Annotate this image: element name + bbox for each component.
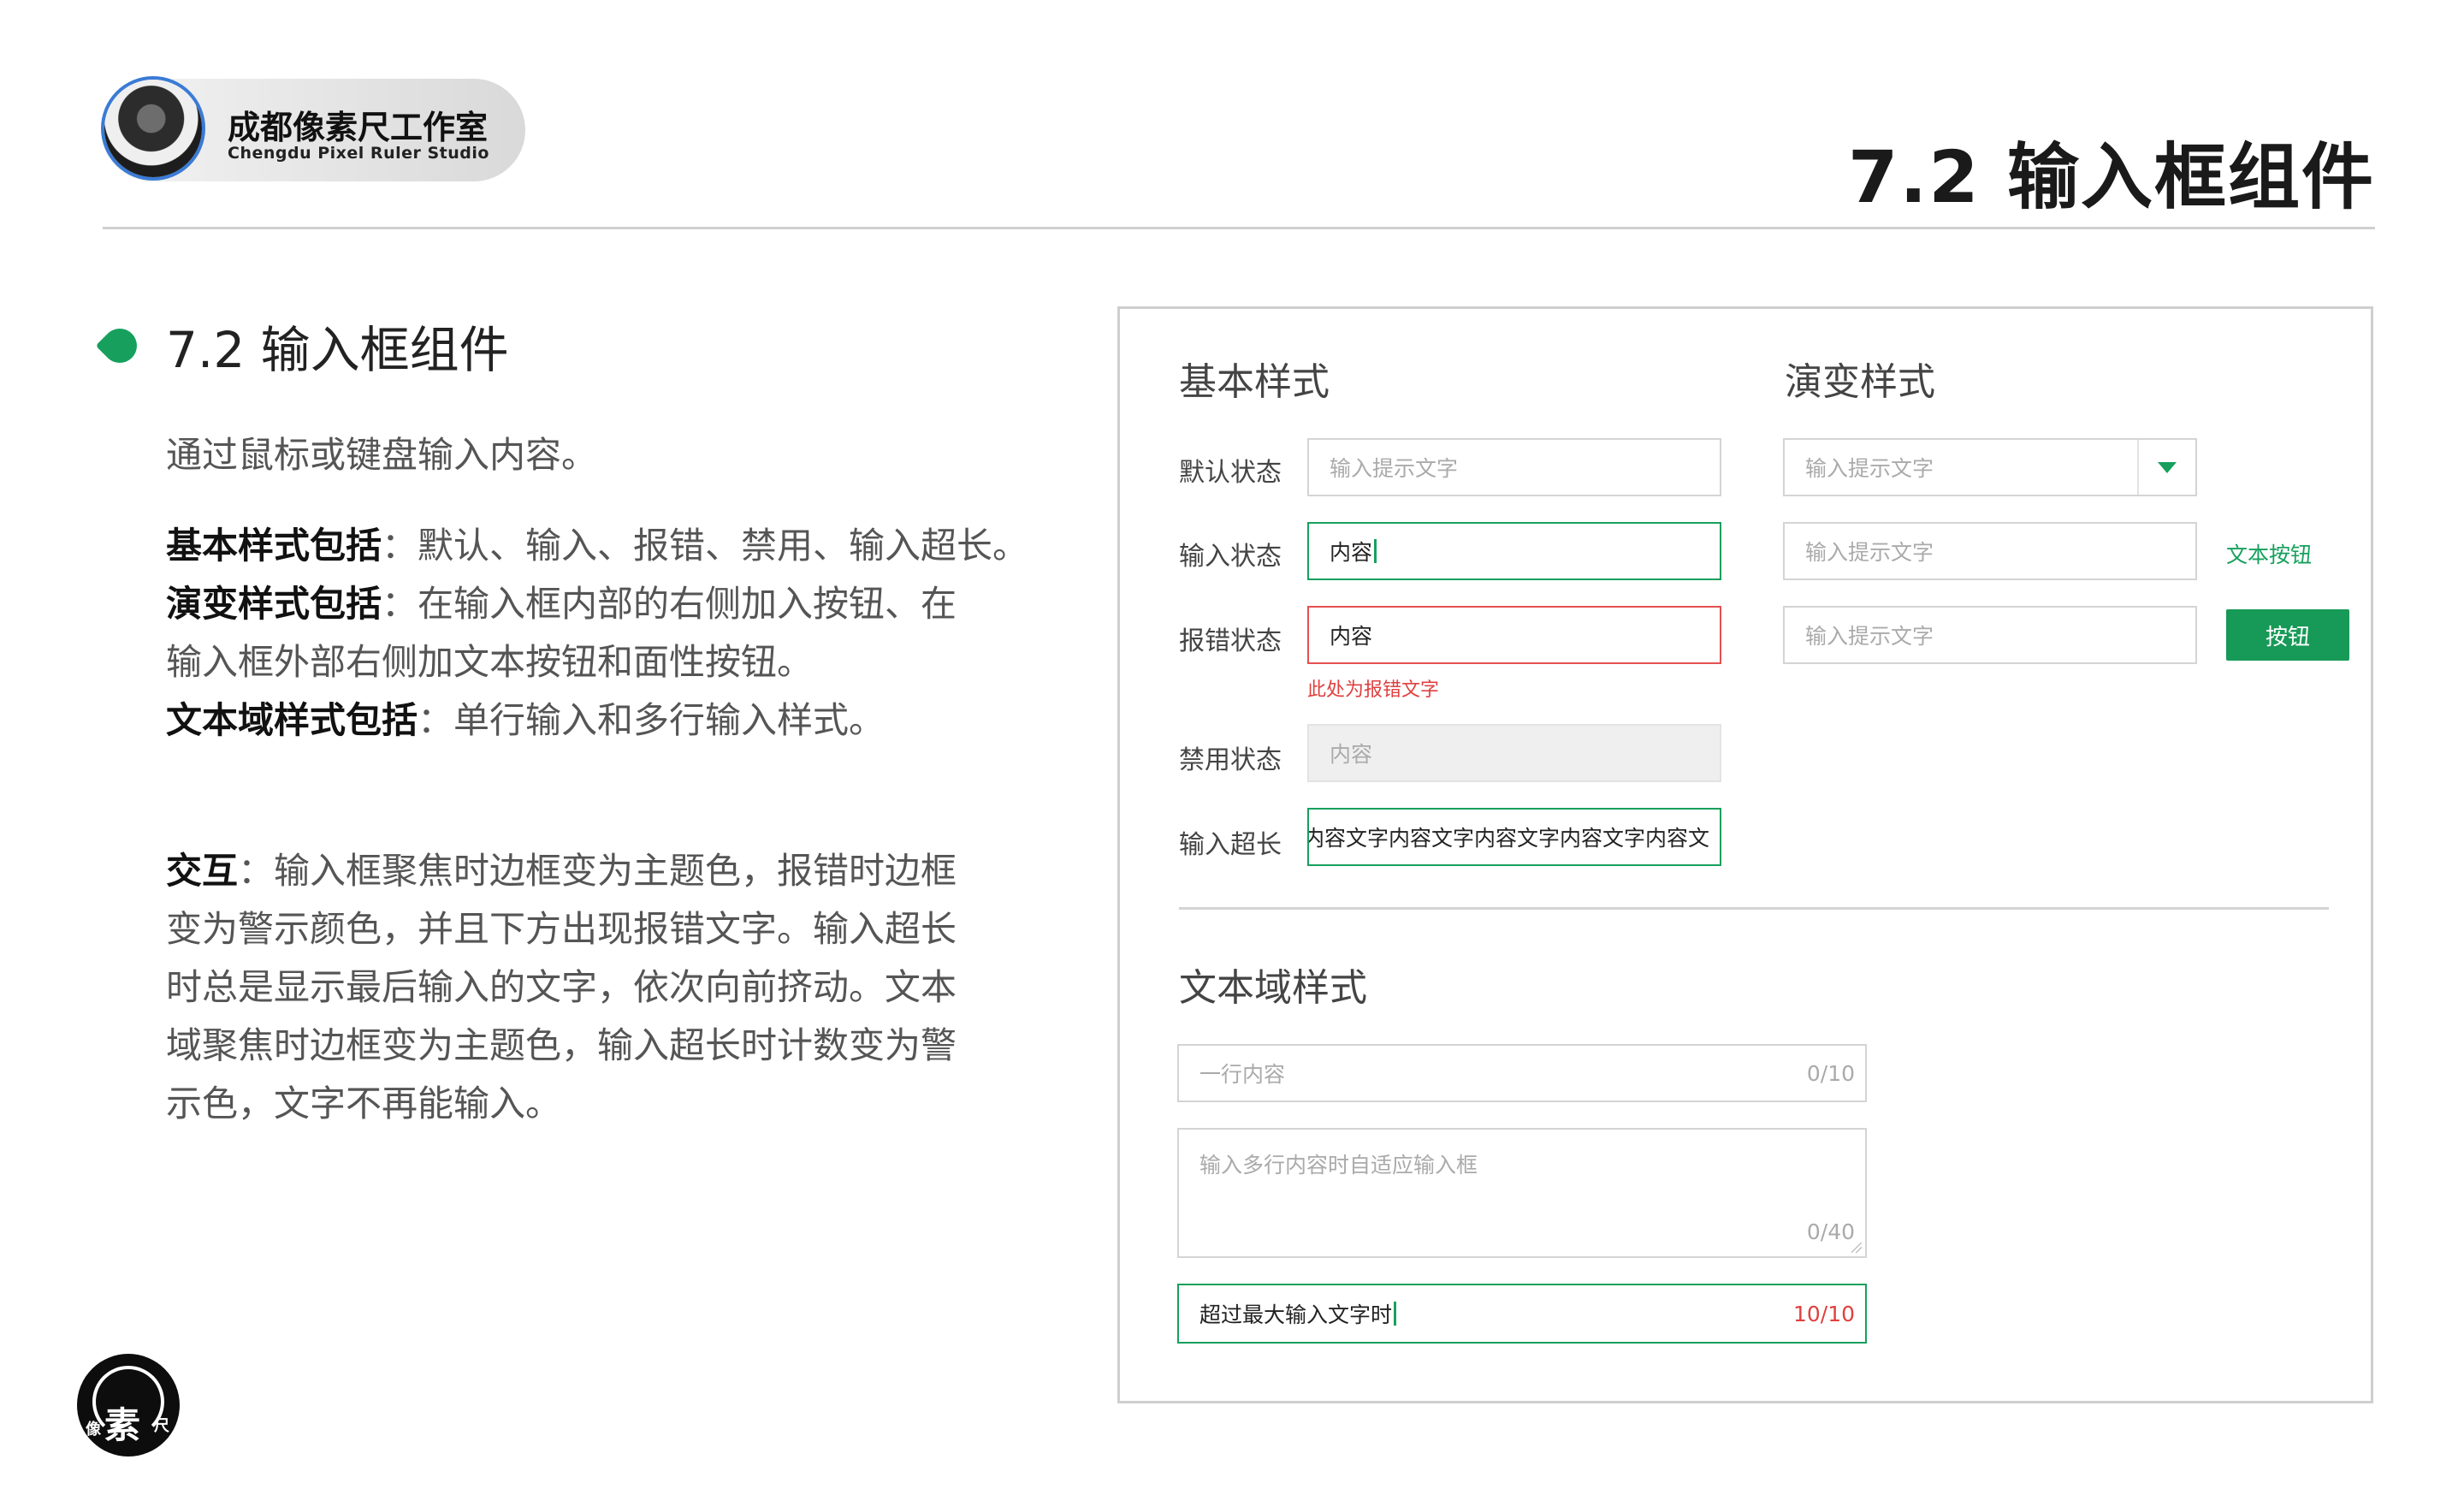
logo-main-glyph: 素 bbox=[104, 1404, 141, 1446]
avatar bbox=[104, 80, 202, 177]
error-state-label: 报错状态 bbox=[1179, 626, 1282, 656]
max-length-value: 超过最大输入文字时 bbox=[1199, 1302, 1393, 1327]
textarea-label: 文本域样式包括 bbox=[166, 699, 418, 741]
error-input[interactable]: 内容 bbox=[1307, 606, 1721, 664]
studio-name-en: Chengdu Pixel Ruler Studio bbox=[228, 144, 489, 163]
textarea-description: 文本域样式包括：单行输入和多行输入样式。 bbox=[166, 691, 885, 750]
text-cursor bbox=[1394, 1302, 1397, 1326]
basic-label: 基本样式包括 bbox=[166, 525, 382, 567]
interaction-line-3: 时总是显示最后输入的文字，依次向前挤动。文本 bbox=[166, 966, 957, 1008]
input-with-solid-button[interactable]: 输入提示文字 bbox=[1783, 606, 2197, 664]
multi-line-textarea[interactable]: 输入多行内容时自适应输入框 0/40 bbox=[1177, 1128, 1867, 1258]
default-state-label: 默认状态 bbox=[1179, 458, 1282, 488]
variant-label: 演变样式包括 bbox=[166, 583, 382, 625]
panel-divider bbox=[1179, 907, 2329, 910]
variant-description: 演变样式包括：在输入框内部的右侧加入按钮、在 bbox=[166, 575, 957, 633]
single-line-textarea[interactable]: 一行内容 0/10 bbox=[1177, 1044, 1867, 1102]
input-with-text-button[interactable]: 输入提示文字 bbox=[1783, 522, 2197, 580]
dropdown-toggle[interactable] bbox=[2137, 440, 2195, 495]
error-message: 此处为报错文字 bbox=[1307, 679, 1440, 701]
variant-heading: 演变样式 bbox=[1785, 360, 1935, 404]
intro-text: 通过鼠标或键盘输入内容。 bbox=[166, 434, 598, 476]
single-line-counter: 0/10 bbox=[1806, 1060, 1855, 1086]
section-bullet-icon bbox=[95, 321, 145, 371]
overflow-input-value: 内容文字内容文字内容文字内容文字内容文 bbox=[1307, 826, 1709, 851]
variant-description-cont: 输入框外部右侧加文本按钮和面性按钮。 bbox=[166, 641, 814, 683]
interaction-line-4: 域聚焦时边框变为主题色，输入超长时计数变为警 bbox=[166, 1024, 957, 1066]
basic-description: 基本样式包括：默认、输入、报错、禁用、输入超长。 bbox=[166, 517, 1028, 575]
disabled-input-value: 内容 bbox=[1330, 742, 1373, 767]
disabled-input: 内容 bbox=[1307, 724, 1721, 782]
select-placeholder: 输入提示文字 bbox=[1805, 456, 1934, 481]
logo-right-glyph: 尺 bbox=[154, 1417, 169, 1435]
text-cursor bbox=[1374, 539, 1377, 563]
default-input[interactable]: 输入提示文字 bbox=[1307, 438, 1721, 496]
logo-left-glyph: 像 bbox=[86, 1421, 101, 1439]
textarea-heading: 文本域样式 bbox=[1179, 966, 1367, 1010]
focused-input[interactable]: 内容 bbox=[1307, 522, 1721, 580]
multi-line-counter: 0/40 bbox=[1806, 1219, 1855, 1244]
studio-name: 成都像素尺工作室 bbox=[228, 109, 489, 146]
text-button-placeholder: 输入提示文字 bbox=[1805, 540, 1934, 565]
interaction-text: ：输入框聚焦时边框变为主题色，报错时边框 bbox=[238, 850, 957, 892]
overflow-state-label: 输入超长 bbox=[1179, 830, 1282, 860]
disabled-state-label: 禁用状态 bbox=[1179, 745, 1282, 775]
interaction-line-2: 变为警示颜色，并且下方出现报错文字。输入超长 bbox=[166, 908, 957, 950]
max-length-textarea[interactable]: 超过最大输入文字时 10/10 bbox=[1177, 1284, 1867, 1344]
max-length-counter: 10/10 bbox=[1792, 1301, 1855, 1326]
overflow-input[interactable]: 内容文字内容文字内容文字内容文字内容文 bbox=[1307, 808, 1721, 866]
variant-text: ：在输入框内部的右侧加入按钮、在 bbox=[382, 583, 957, 625]
focused-input-value: 内容 bbox=[1330, 540, 1373, 565]
interaction-description: 交互：输入框聚焦时边框变为主题色，报错时边框 bbox=[166, 842, 957, 900]
multi-line-placeholder: 输入多行内容时自适应输入框 bbox=[1199, 1153, 1478, 1178]
resize-handle-icon[interactable] bbox=[1851, 1243, 1862, 1253]
basic-text: ：默认、输入、报错、禁用、输入超长。 bbox=[382, 525, 1029, 567]
interaction-line-5: 示色，文字不再能输入。 bbox=[166, 1083, 562, 1124]
solid-button[interactable]: 按钮 bbox=[2226, 609, 2349, 661]
text-button[interactable]: 文本按钮 bbox=[2226, 538, 2312, 569]
basic-heading: 基本样式 bbox=[1179, 360, 1330, 404]
error-input-value: 内容 bbox=[1330, 624, 1373, 649]
select-input[interactable]: 输入提示文字 bbox=[1783, 438, 2197, 496]
textarea-text: ：单行输入和多行输入样式。 bbox=[418, 699, 886, 741]
page-title: 7.2 输入框组件 bbox=[1847, 135, 2375, 219]
default-placeholder: 输入提示文字 bbox=[1330, 456, 1459, 481]
interaction-label: 交互 bbox=[166, 850, 239, 892]
button-placeholder: 输入提示文字 bbox=[1805, 624, 1934, 649]
header-divider bbox=[103, 227, 2375, 229]
single-line-placeholder: 一行内容 bbox=[1199, 1062, 1286, 1087]
studio-logo: 素 像 尺 bbox=[77, 1354, 180, 1457]
section-title: 7.2 输入框组件 bbox=[166, 321, 509, 379]
chevron-down-icon bbox=[2158, 461, 2177, 473]
input-state-label: 输入状态 bbox=[1179, 542, 1282, 572]
